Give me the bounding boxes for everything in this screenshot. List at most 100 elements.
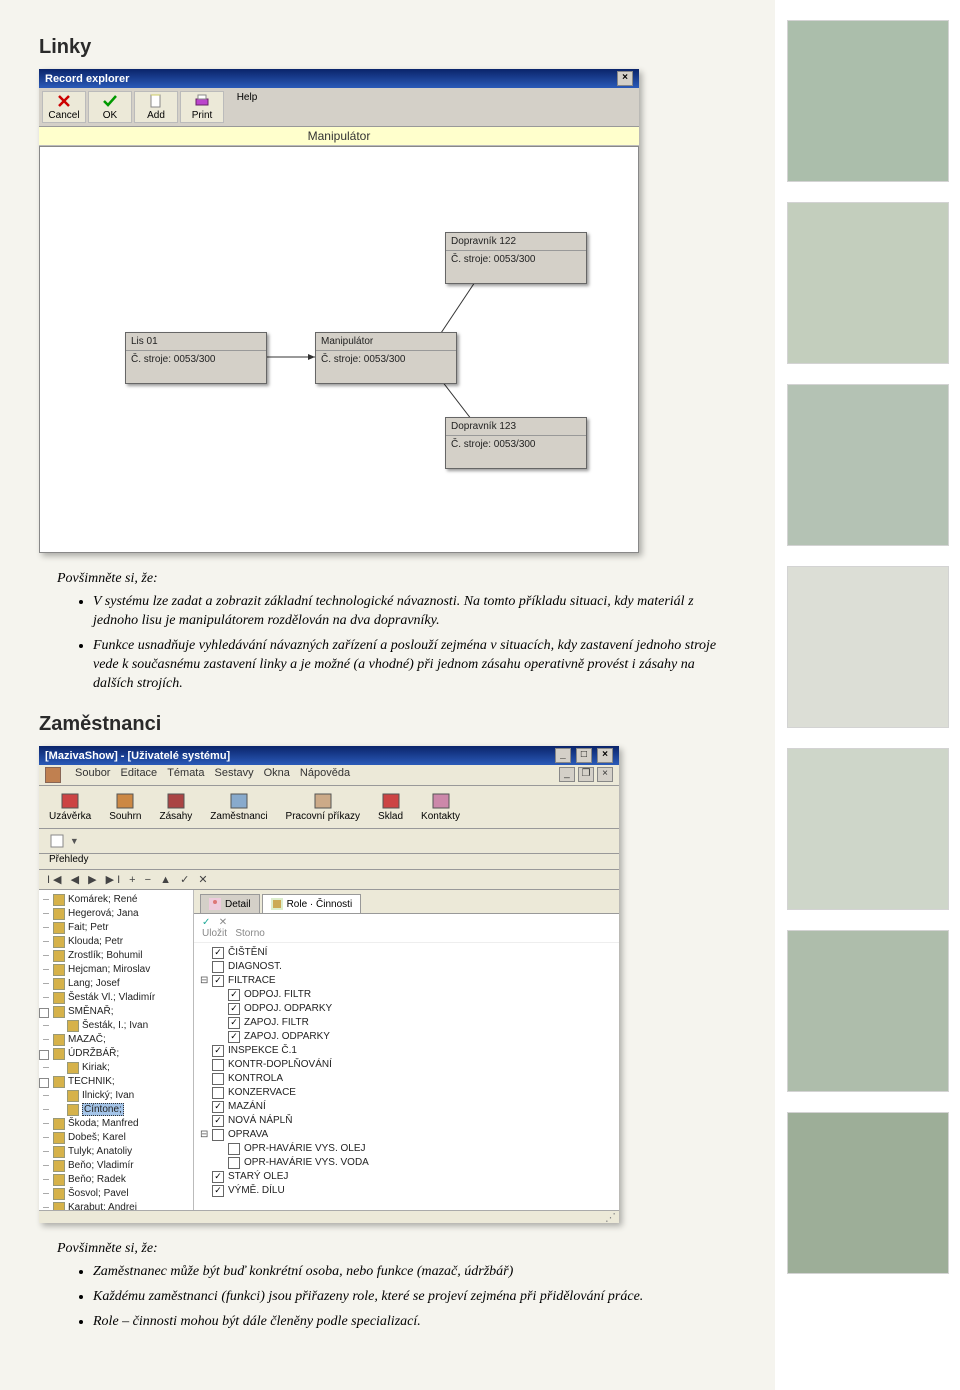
- employee-row[interactable]: Komárek; René: [41, 893, 191, 907]
- employee-row[interactable]: Lang; Josef: [41, 977, 191, 991]
- role-row[interactable]: DIAGNOST.: [200, 960, 613, 974]
- checkbox[interactable]: [212, 1059, 224, 1071]
- role-row[interactable]: ✓INSPEKCE Č.1: [200, 1044, 613, 1058]
- role-row[interactable]: KONTR-DOPLŇOVÁNÍ: [200, 1058, 613, 1072]
- report-icon[interactable]: [49, 833, 66, 849]
- close-icon[interactable]: ×: [597, 767, 613, 782]
- employee-row[interactable]: Šesták Vl.; Vladimír: [41, 991, 191, 1005]
- toolbar-zásahy[interactable]: Zásahy: [160, 792, 193, 822]
- diagram-canvas[interactable]: Lis 01 Č. stroje: 0053/300 Manipulátor Č…: [39, 146, 639, 553]
- employee-row[interactable]: Šesták, I.; Ivan: [41, 1019, 191, 1033]
- checkbox[interactable]: ✓: [212, 1171, 224, 1183]
- record-navigator[interactable]: I◀ ◀ ▶ ▶I + − ▲ ✓ ✕: [39, 870, 619, 890]
- employee-row[interactable]: Fait; Petr: [41, 921, 191, 935]
- node-dopravnik-123[interactable]: Dopravník 123 Č. stroje: 0053/300: [445, 417, 587, 469]
- checkbox[interactable]: ✓: [228, 1003, 240, 1015]
- role-row[interactable]: OPR-HAVÁRIE VYS. VODA: [200, 1156, 613, 1170]
- employee-row[interactable]: Šosvol; Pavel: [41, 1187, 191, 1201]
- role-row[interactable]: ✓ČIŠTĚNÍ: [200, 946, 613, 960]
- resize-grip[interactable]: ⋰: [39, 1210, 619, 1223]
- employee-row[interactable]: Klouda; Petr: [41, 935, 191, 949]
- toolbar-uzávěrka[interactable]: Uzávěrka: [49, 792, 91, 822]
- employee-row[interactable]: Beňo; Radek: [41, 1173, 191, 1187]
- checkbox[interactable]: [228, 1157, 240, 1169]
- checkbox[interactable]: ✓: [212, 975, 224, 987]
- add-button[interactable]: Add: [134, 91, 178, 123]
- restore-icon[interactable]: ❐: [578, 767, 594, 782]
- role-row[interactable]: ✓ODPOJ. FILTR: [200, 988, 613, 1002]
- checkbox[interactable]: [228, 1143, 240, 1155]
- cancel-button[interactable]: Cancel: [42, 91, 86, 123]
- employee-row[interactable]: Hejcman; Miroslav: [41, 963, 191, 977]
- minimize-icon[interactable]: _: [559, 767, 575, 782]
- role-row[interactable]: OPRAVA: [200, 1128, 613, 1142]
- apply-icon[interactable]: ✓: [202, 917, 210, 928]
- node-manipulator[interactable]: Manipulátor Č. stroje: 0053/300: [315, 332, 457, 384]
- checkbox[interactable]: ✓: [228, 989, 240, 1001]
- role-row[interactable]: ✓ZAPOJ. FILTR: [200, 1016, 613, 1030]
- role-row[interactable]: ✓ODPOJ. ODPARKY: [200, 1002, 613, 1016]
- role-row[interactable]: KONZERVACE: [200, 1086, 613, 1100]
- tab-role[interactable]: Role · Činnosti: [262, 894, 362, 913]
- checkbox[interactable]: ✓: [228, 1031, 240, 1043]
- employee-row[interactable]: Beňo; Vladimír: [41, 1159, 191, 1173]
- employee-row[interactable]: Dobeš; Karel: [41, 1131, 191, 1145]
- node-dopravnik-122[interactable]: Dopravník 122 Č. stroje: 0053/300: [445, 232, 587, 284]
- checkbox[interactable]: ✓: [212, 1185, 224, 1197]
- employee-row[interactable]: Cíntone;: [41, 1103, 191, 1117]
- checkbox[interactable]: [212, 1087, 224, 1099]
- employee-row[interactable]: Tulyk; Anatoliy: [41, 1145, 191, 1159]
- checkbox[interactable]: [212, 1129, 224, 1141]
- menu-item[interactable]: Soubor: [75, 767, 110, 779]
- maximize-icon[interactable]: □: [576, 748, 592, 763]
- menu-item[interactable]: Sestavy: [214, 767, 253, 779]
- toolbar-souhrn[interactable]: Souhrn: [109, 792, 141, 822]
- print-button[interactable]: Print: [180, 91, 224, 123]
- node-lis[interactable]: Lis 01 Č. stroje: 0053/300: [125, 332, 267, 384]
- employee-tree[interactable]: Komárek; RenéHegerová; JanaFait; PetrKlo…: [39, 890, 194, 1210]
- role-checklist[interactable]: ✓ČIŠTĚNÍDIAGNOST.✓FILTRACE✓ODPOJ. FILTR✓…: [194, 943, 619, 1201]
- help-button[interactable]: Help: [226, 91, 268, 123]
- role-row[interactable]: ✓ZAPOJ. ODPARKY: [200, 1030, 613, 1044]
- ok-button[interactable]: OK: [88, 91, 132, 123]
- close-icon[interactable]: ×: [597, 748, 613, 763]
- role-row[interactable]: ✓FILTRACE: [200, 974, 613, 988]
- tab-detail[interactable]: Detail: [200, 894, 260, 913]
- role-row[interactable]: ✓VÝMĚ. DÍLU: [200, 1184, 613, 1198]
- employee-row[interactable]: Zrostlík; Bohumil: [41, 949, 191, 963]
- menu-item[interactable]: Editace: [120, 767, 157, 779]
- toolbar-pracovní příkazy[interactable]: Pracovní příkazy: [286, 792, 360, 822]
- role-row[interactable]: ✓MAZÁNÍ: [200, 1100, 613, 1114]
- checkbox[interactable]: ✓: [212, 1101, 224, 1113]
- toolbar-sklad[interactable]: Sklad: [378, 792, 403, 822]
- cancel-icon[interactable]: ✕: [219, 917, 227, 928]
- employee-row[interactable]: ÚDRŽBÁŘ;: [41, 1047, 191, 1061]
- checkbox[interactable]: ✓: [212, 1045, 224, 1057]
- employee-row[interactable]: Škoda; Manfred: [41, 1117, 191, 1131]
- employee-row[interactable]: Karabut; Andrej: [41, 1201, 191, 1210]
- checkbox[interactable]: [212, 961, 224, 973]
- employee-row[interactable]: SMĚNAŘ;: [41, 1005, 191, 1019]
- checkbox[interactable]: ✓: [212, 947, 224, 959]
- checkbox[interactable]: ✓: [228, 1017, 240, 1029]
- checkbox[interactable]: [212, 1073, 224, 1085]
- employee-name: Ilnický; Ivan: [82, 1090, 134, 1101]
- close-icon[interactable]: ×: [617, 71, 633, 86]
- employee-row[interactable]: Kiriak;: [41, 1061, 191, 1075]
- toolbar-zaměstnanci[interactable]: Zaměstnanci: [210, 792, 267, 822]
- role-row[interactable]: OPR-HAVÁRIE VYS. OLEJ: [200, 1142, 613, 1156]
- role-row[interactable]: ✓NOVÁ NÁPLŇ: [200, 1114, 613, 1128]
- checkbox[interactable]: ✓: [212, 1115, 224, 1127]
- toolbar-kontakty[interactable]: Kontakty: [421, 792, 460, 822]
- employee-row[interactable]: MAZAČ;: [41, 1033, 191, 1047]
- menu-item[interactable]: Témata: [167, 767, 204, 779]
- notes-list-2: Zaměstnanec může být buď konkrétní osoba…: [93, 1263, 725, 1332]
- employee-row[interactable]: Hegerová; Jana: [41, 907, 191, 921]
- menu-item[interactable]: Nápověda: [300, 767, 350, 779]
- minimize-icon[interactable]: _: [555, 748, 571, 763]
- menu-item[interactable]: Okna: [264, 767, 290, 779]
- employee-row[interactable]: Ilnický; Ivan: [41, 1089, 191, 1103]
- role-row[interactable]: ✓STARÝ OLEJ: [200, 1170, 613, 1184]
- employee-row[interactable]: TECHNIK;: [41, 1075, 191, 1089]
- role-row[interactable]: KONTROLA: [200, 1072, 613, 1086]
